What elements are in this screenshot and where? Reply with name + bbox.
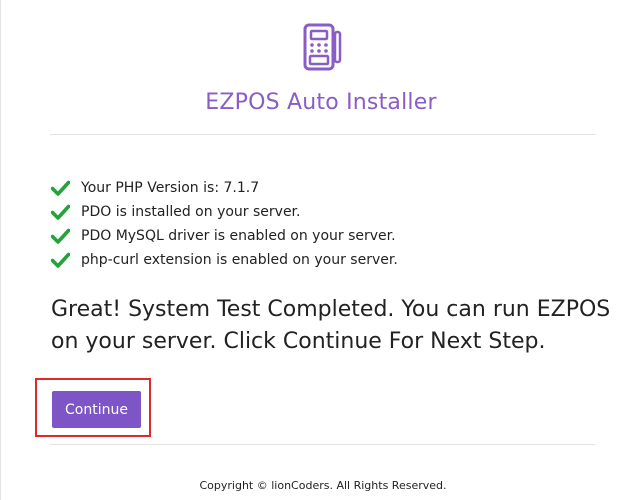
check-item-php-version: Your PHP Version is: 7.1.7 <box>51 176 398 200</box>
top-divider <box>50 134 595 135</box>
check-icon <box>51 180 70 196</box>
app-title: EZPOS Auto Installer <box>205 90 437 115</box>
check-item-pdo-mysql: PDO MySQL driver is enabled on your serv… <box>51 224 398 248</box>
check-icon <box>51 204 70 220</box>
check-item-label: php-curl extension is enabled on your se… <box>81 252 398 268</box>
page-left-border <box>0 0 1 500</box>
check-item-php-curl: php-curl extension is enabled on your se… <box>51 248 398 272</box>
check-item-label: Your PHP Version is: 7.1.7 <box>81 180 260 196</box>
check-icon <box>51 228 70 244</box>
check-icon <box>51 252 70 268</box>
system-check-list: Your PHP Version is: 7.1.7 PDO is instal… <box>51 176 398 272</box>
bottom-divider <box>50 444 595 445</box>
pos-terminal-icon <box>303 23 342 71</box>
check-item-pdo: PDO is installed on your server. <box>51 200 398 224</box>
system-test-result-message: Great! System Test Completed. You can ru… <box>51 297 611 354</box>
continue-button[interactable]: Continue <box>52 391 141 428</box>
check-item-label: PDO MySQL driver is enabled on your serv… <box>81 228 396 244</box>
check-item-label: PDO is installed on your server. <box>81 204 301 220</box>
copyright-text: Copyright © lionCoders. All Rights Reser… <box>199 479 447 492</box>
